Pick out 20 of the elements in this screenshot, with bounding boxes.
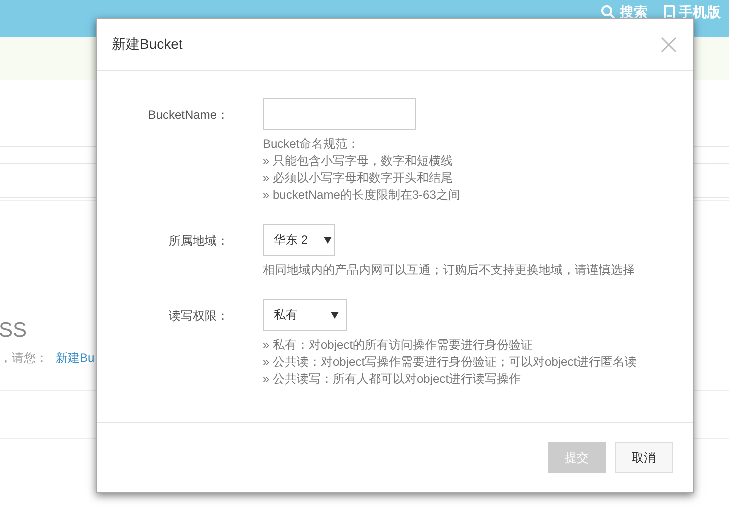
page-heading: SS (0, 320, 28, 341)
hint-text: » 公共读：对object写操作需要进行身份验证；可以对object进行匿名读 (263, 354, 638, 371)
hint-text: Bucket命名规范： (263, 136, 361, 153)
select-dropdown[interactable]: 华东 2 (263, 224, 335, 256)
hint-text: » 只能包含小写字母，数字和短横线 (263, 153, 454, 170)
create-link[interactable]: 新建Bu (56, 349, 95, 367)
select-dropdown[interactable]: 私有 (263, 299, 347, 331)
field-label: 读写权限： (168, 308, 230, 325)
hint-text: » bucketName的长度限制在3-63之间 (263, 187, 460, 204)
nav-link[interactable]: 搜索 (601, 2, 648, 23)
prompt-text: ，请您： (0, 350, 48, 367)
cancel-button[interactable]: 取消 (615, 442, 673, 473)
hint-text: » 公共读写：所有人都可以对object进行读写操作 (263, 371, 522, 388)
hint-text: » 私有：对object的所有访问操作需要进行身份验证 (263, 337, 534, 354)
hint-text: » 必须以小写字母和数字开头和结尾 (263, 170, 454, 187)
field-label: BucketName： (147, 107, 230, 124)
nav-link[interactable]: 手机版 (664, 2, 721, 23)
dialog-title: 新建Bucket (112, 35, 183, 54)
field-label: 所属地域： (168, 233, 230, 250)
hint-text: 相同地域内的产品内网可以互通；订购后不支持更换地域，请谨慎选择 (263, 262, 635, 279)
